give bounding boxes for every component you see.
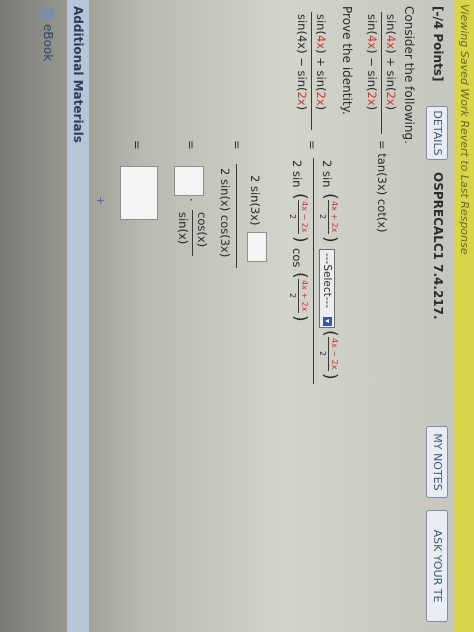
half2-bar xyxy=(328,337,329,371)
half1-den: 2 xyxy=(318,214,327,220)
points-label: [-/4 Points] xyxy=(431,6,445,82)
step2-answer-box[interactable] xyxy=(247,232,267,262)
step2-denominator: 2 sin(x) cos(3x) xyxy=(218,168,232,258)
paren-close-4: ) xyxy=(290,315,310,322)
step1-lhs-fraction-bar xyxy=(311,12,312,130)
paren-open-4: ( xyxy=(290,272,310,279)
step1-num-coef: 2 sin xyxy=(320,160,334,188)
plus-icon[interactable]: + xyxy=(94,196,107,205)
prove-text: Prove the identity. xyxy=(340,6,354,115)
step3-fraction-bar xyxy=(192,210,193,256)
ask-teacher-button[interactable]: ASK YOUR TE xyxy=(426,510,448,622)
paren-close-3: ) xyxy=(290,236,310,243)
half4-bar xyxy=(298,279,299,313)
given-fraction-bar xyxy=(381,12,382,134)
half3-den: 2 xyxy=(288,214,297,220)
book-icon xyxy=(41,8,54,19)
additional-materials-heading: Additional Materials xyxy=(71,6,85,143)
step3-frac-num: cos(x) xyxy=(195,212,209,248)
step1-den-coef: 2 sin xyxy=(290,160,304,188)
screen: Viewing Saved Work Revert to Last Respon… xyxy=(0,0,474,632)
step3-equals: = xyxy=(184,140,198,150)
my-notes-button[interactable]: MY NOTES xyxy=(426,426,448,498)
question-page: Viewing Saved Work Revert to Last Respon… xyxy=(0,0,474,632)
step3-answer-box[interactable] xyxy=(174,166,204,196)
step1-lhs-numerator: sin(4x) + sin(2x) xyxy=(314,14,328,111)
consider-text: Consider the following. xyxy=(402,6,416,144)
given-rhs: = tan(3x) cot(x) xyxy=(375,140,389,233)
step1-lhs-denominator: sin(4x) − sin(2x) xyxy=(295,14,309,111)
banner-text[interactable]: Viewing Saved Work Revert to Last Respon… xyxy=(458,4,471,255)
paren-close-1: ) xyxy=(320,236,340,243)
paren-close-2: ) xyxy=(320,373,340,380)
paren-open-3: ( xyxy=(290,193,310,200)
step2-fraction-bar xyxy=(236,164,237,268)
half3-bar xyxy=(298,200,299,234)
step2-numerator: 2 sin(3x) xyxy=(248,175,262,226)
paren-open-2: ( xyxy=(320,330,340,337)
half2-den: 2 xyxy=(318,351,327,357)
step2-equals: = xyxy=(230,140,244,150)
given-numerator: sin(4x) + sin(2x) xyxy=(384,14,398,111)
paren-open-1: ( xyxy=(320,193,340,200)
half1-num: 4x + 2x xyxy=(330,201,339,233)
step4-equals: = xyxy=(130,140,144,150)
step3-frac-den: sin(x) xyxy=(176,212,190,245)
details-button[interactable]: DETAILS xyxy=(426,106,448,160)
half3-num: 4x − 2x xyxy=(300,201,309,233)
ebook-link[interactable]: eBook xyxy=(41,24,55,61)
given-denominator: sin(4x) − sin(2x) xyxy=(365,14,379,111)
trig-function-select[interactable]: ---Select--- xyxy=(319,249,335,328)
half4-num: 4x + 2x xyxy=(300,280,309,312)
course-code: OSPRECALC1 7.4.217. xyxy=(431,172,445,320)
half4-den: 2 xyxy=(288,293,297,299)
step3-dot: · xyxy=(184,198,198,202)
half1-bar xyxy=(328,200,329,234)
step1-rhs-fraction-bar xyxy=(313,158,314,384)
step4-answer-box[interactable] xyxy=(120,166,158,220)
cos-label: cos xyxy=(290,248,304,268)
chevron-down-icon xyxy=(323,317,332,326)
half2-num: 4x − 2x xyxy=(330,338,339,370)
step1-equals: = xyxy=(305,140,319,150)
